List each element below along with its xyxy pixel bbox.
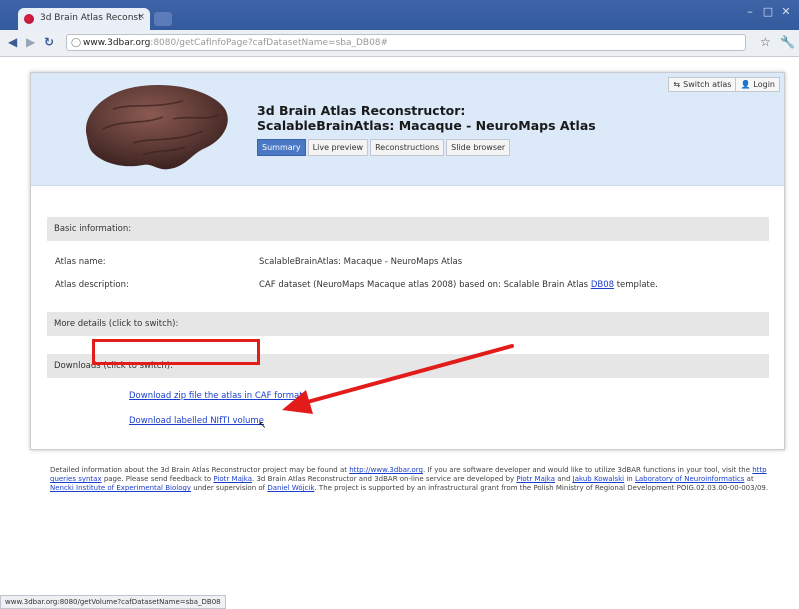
footer-link-jakub-kowalski[interactable]: Jakub Kowalski (573, 475, 624, 483)
tab-summary[interactable]: Summary (257, 139, 306, 156)
download-caf-link[interactable]: Download zip file the atlas in CAF forma… (129, 391, 303, 401)
footer-link-piotr-majka-2[interactable]: Piotr Majka (516, 475, 555, 483)
atlas-description-value: CAF dataset (NeuroMaps Macaque atlas 200… (259, 280, 658, 290)
atlas-name-label: Atlas name: (55, 257, 106, 267)
browser-toolbar: ◀ ▶ ↻ ◯ www.3dbar.org:8080/getCafInfoPag… (0, 30, 799, 57)
user-icon: 👤 (740, 80, 751, 89)
db08-link[interactable]: DB08 (591, 280, 614, 290)
page-title: 3d Brain Atlas Reconstructor: ScalableBr… (257, 103, 596, 133)
page-icon: ◯ (71, 38, 82, 48)
footer-link-daniel-wojcik[interactable]: Daniel Wójcik (267, 484, 314, 492)
footer-text-2: . If you are software developer and woul… (422, 466, 753, 474)
browser-tab[interactable]: 3d Brain Atlas Reconst × (18, 8, 150, 30)
footer-text-3: page. Please send feedback to (101, 475, 214, 483)
back-icon[interactable]: ◀ (8, 35, 17, 49)
maximize-icon[interactable]: □ (758, 5, 778, 19)
page-header: ⇆ Switch atlas 👤 Login 3d Brain Atlas Re… (31, 73, 784, 186)
tab-slide-browser[interactable]: Slide browser (446, 139, 511, 156)
new-tab-button[interactable] (154, 12, 172, 26)
mouse-cursor-icon: ↖ (258, 420, 267, 431)
switch-atlas-label: Switch atlas (683, 80, 732, 89)
top-links: ⇆ Switch atlas 👤 Login (668, 77, 780, 92)
url-path: :8080/getCafInfoPage?cafDatasetName=sba_… (150, 38, 389, 48)
bookmark-star-icon[interactable]: ☆ (760, 35, 771, 49)
tab-title: 3d Brain Atlas Reconst (40, 13, 142, 23)
footer-text-9: . The project is supported by an infrast… (314, 484, 769, 492)
switch-icon: ⇆ (673, 80, 681, 89)
address-bar[interactable]: ◯ www.3dbar.org:8080/getCafInfoPage?cafD… (66, 34, 746, 51)
login-label: Login (753, 80, 775, 89)
switch-atlas-link[interactable]: ⇆ Switch atlas (669, 78, 735, 91)
page-tabs: Summary Live preview Reconstructions Sli… (257, 139, 511, 156)
atlas-description-label: Atlas description: (55, 280, 129, 290)
minimize-icon[interactable]: – (740, 5, 760, 19)
brain-render-image (85, 85, 228, 170)
atlas-name-value: ScalableBrainAtlas: Macaque - NeuroMaps … (259, 257, 463, 267)
footer-text-4: . 3d Brain Atlas Reconstructor and 3dBAR… (252, 475, 517, 483)
forward-icon[interactable]: ▶ (26, 35, 35, 49)
footer-text-7: at (744, 475, 754, 483)
footer-text-1: Detailed information about the 3d Brain … (50, 466, 350, 474)
section-more-details[interactable]: More details (click to switch): (47, 312, 769, 336)
tab-reconstructions[interactable]: Reconstructions (370, 139, 445, 156)
footer-link-3dbar[interactable]: http://www.3dbar.org (349, 466, 423, 474)
footer-text-8: under supervision of (191, 484, 268, 492)
footer-link-piotr-majka-1[interactable]: Piotr Majka (213, 475, 252, 483)
section-basic-information: Basic information: (47, 217, 769, 241)
close-window-icon[interactable]: ✕ (776, 5, 796, 19)
page-title-line1: 3d Brain Atlas Reconstructor: (257, 103, 466, 118)
reload-icon[interactable]: ↻ (44, 35, 54, 49)
highlight-box (92, 339, 260, 365)
login-link[interactable]: 👤 Login (735, 78, 779, 91)
atlas-description-suffix: template. (614, 280, 658, 290)
browser-titlebar: 3d Brain Atlas Reconst × – □ ✕ (0, 0, 799, 30)
wrench-icon[interactable]: 🔧 (780, 35, 795, 49)
atlas-description-text: CAF dataset (NeuroMaps Macaque atlas 200… (259, 280, 591, 290)
footer-link-neuroinformatics-lab[interactable]: Laboratory of Neuroinformatics (635, 475, 745, 483)
tab-live-preview[interactable]: Live preview (307, 139, 369, 156)
footer-text: Detailed information about the 3d Brain … (50, 466, 770, 493)
page-title-line2: ScalableBrainAtlas: Macaque - NeuroMaps … (257, 118, 596, 133)
download-nifti-link[interactable]: Download labelled NIfTI volume (129, 416, 264, 426)
atlas-info-card: ⇆ Switch atlas 👤 Login 3d Brain Atlas Re… (30, 72, 785, 450)
footer-link-nencki-institute[interactable]: Nencki Institute of Experimental Biology (50, 484, 191, 492)
footer-text-5: and (555, 475, 573, 483)
footer-text-6: in (624, 475, 635, 483)
tab-close-icon[interactable]: × (137, 12, 145, 22)
url-host: www.3dbar.org (83, 38, 151, 48)
status-bar: www.3dbar.org:8080/getVolume?cafDatasetN… (0, 595, 226, 609)
favicon-icon (24, 14, 34, 24)
